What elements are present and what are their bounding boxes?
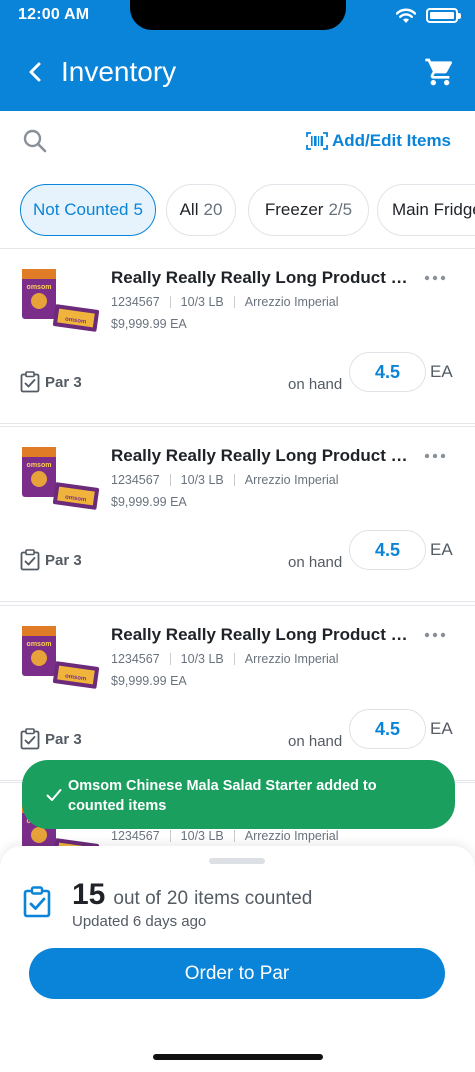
meta-divider — [169, 296, 171, 308]
product-card[interactable]: omsom omsom Really Really Really Long Pr… — [0, 426, 475, 602]
clipboard-check-icon — [20, 728, 40, 750]
product-pack-size: 10/3 LB — [180, 295, 224, 309]
last-updated: Updated 6 days ago — [72, 913, 207, 930]
filter-chip-count: 2/5 — [328, 200, 353, 219]
sheet-drag-handle[interactable] — [209, 858, 265, 864]
svg-text:omsom: omsom — [27, 641, 52, 648]
product-price: $9,999.99 EA — [111, 495, 187, 509]
counted-summary: 15 out of 20 items counted — [72, 878, 312, 912]
cart-icon[interactable] — [424, 56, 456, 88]
filter-chip-label: Freezer — [264, 200, 324, 219]
filter-chip-label: Not Counted — [33, 200, 129, 219]
product-brand: Arrezzio Imperial — [244, 652, 339, 666]
order-to-par-button[interactable]: Order to Par — [29, 948, 445, 999]
meta-divider — [233, 653, 235, 665]
product-sku: 1234567 — [111, 652, 160, 666]
status-bar: 12:00 AM — [0, 0, 475, 32]
filter-chip-not-counted[interactable]: Not Counted 5 — [20, 184, 156, 236]
app-header: 12:00 AM Inventory — [0, 0, 475, 111]
counted-out-of: out of — [113, 888, 161, 909]
quantity-input[interactable]: 4.5 — [349, 709, 426, 749]
count-summary-sheet: 15 out of 20 items counted Updated 6 day… — [0, 846, 475, 1072]
quantity-unit: EA — [430, 362, 453, 381]
more-options-icon[interactable] — [424, 275, 446, 281]
product-name: Really Really Really Long Product N... — [111, 446, 411, 465]
add-edit-items-button[interactable]: Add/Edit Items — [306, 131, 451, 151]
product-name: Really Really Really Long Product N... — [111, 268, 411, 287]
product-thumbnail: omsom omsom — [22, 447, 100, 510]
product-card[interactable]: omsom omsom Really Really Really Long Pr… — [0, 248, 475, 424]
device-notch — [130, 0, 346, 30]
add-edit-items-label: Add/Edit Items — [332, 131, 452, 150]
meta-divider — [169, 653, 171, 665]
filter-chip-count: 5 — [133, 200, 143, 219]
filter-chip-all[interactable]: All 20 — [166, 184, 236, 236]
meta-divider — [233, 474, 235, 486]
on-hand-label: on hand — [288, 376, 343, 393]
back-chevron-icon[interactable] — [26, 60, 46, 84]
product-thumbnail: omsom omsom — [22, 269, 100, 332]
more-options-icon[interactable] — [424, 453, 446, 459]
more-options-icon[interactable] — [424, 632, 446, 638]
product-pack-size: 10/3 LB — [180, 473, 224, 487]
product-sku: 1234567 — [111, 473, 160, 487]
filter-chip-label: Main Fridge — [392, 200, 475, 219]
clipboard-check-icon — [20, 371, 40, 393]
page-title: Inventory — [61, 56, 177, 87]
product-sku: 1234567 — [111, 829, 160, 843]
toast-message: Omsom Chinese Mala Salad Starter added t… — [68, 778, 377, 814]
product-sku: 1234567 — [111, 295, 160, 309]
par-label: Par 3 — [45, 551, 82, 569]
meta-divider — [169, 830, 171, 842]
product-meta: 1234567 10/3 LB Arrezzio Imperial — [111, 829, 339, 843]
quantity-unit: EA — [430, 540, 453, 559]
product-meta: 1234567 10/3 LB Arrezzio Imperial — [111, 473, 339, 487]
clipboard-check-icon — [23, 886, 51, 918]
search-icon[interactable] — [22, 128, 48, 154]
counted-total: 20 — [166, 888, 189, 909]
status-time: 12:00 AM — [18, 6, 90, 23]
filter-chip-label: All — [179, 200, 199, 219]
quantity-input[interactable]: 4.5 — [349, 530, 426, 570]
par-label: Par 3 — [45, 373, 82, 391]
battery-icon — [426, 8, 461, 23]
product-card[interactable]: omsom omsom Really Really Really Long Pr… — [0, 605, 475, 781]
quantity-unit: EA — [430, 719, 453, 738]
filter-chip-freezer[interactable]: Freezer 2/5 — [248, 184, 369, 236]
par-level: Par 3 — [19, 549, 82, 571]
on-hand-label: on hand — [288, 733, 343, 750]
on-hand-label: on hand — [288, 554, 343, 571]
product-brand: Arrezzio Imperial — [244, 473, 339, 487]
product-pack-size: 10/3 LB — [180, 652, 224, 666]
quantity-input[interactable]: 4.5 — [349, 352, 426, 392]
filter-chip-main-fridge[interactable]: Main Fridge — [377, 184, 475, 236]
product-price: $9,999.99 EA — [111, 674, 187, 688]
product-name: Really Really Really Long Product N... — [111, 625, 411, 644]
par-level: Par 3 — [19, 728, 82, 750]
meta-divider — [233, 830, 235, 842]
barcode-scan-icon — [306, 132, 328, 150]
counted-suffix: items counted — [194, 888, 313, 909]
product-meta: 1234567 10/3 LB Arrezzio Imperial — [111, 652, 339, 666]
home-indicator — [153, 1054, 323, 1060]
filter-chip-count: 20 — [203, 200, 223, 219]
clipboard-check-icon — [20, 549, 40, 571]
product-meta: 1234567 10/3 LB Arrezzio Imperial — [111, 295, 339, 309]
meta-divider — [169, 474, 171, 486]
meta-divider — [233, 296, 235, 308]
svg-text:omsom: omsom — [27, 462, 52, 469]
product-brand: Arrezzio Imperial — [244, 295, 339, 309]
par-level: Par 3 — [19, 371, 82, 393]
product-price: $9,999.99 EA — [111, 317, 187, 331]
svg-text:omsom: omsom — [27, 284, 52, 291]
par-label: Par 3 — [45, 730, 82, 748]
product-brand: Arrezzio Imperial — [244, 829, 339, 843]
wifi-icon — [396, 8, 416, 23]
product-pack-size: 10/3 LB — [180, 829, 224, 843]
check-icon — [46, 789, 62, 801]
counted-number: 15 — [72, 878, 106, 911]
filter-chips: Not Counted 5 All 20 Freezer 2/5 Main Fr… — [0, 184, 475, 238]
success-toast: Omsom Chinese Mala Salad Starter added t… — [22, 760, 455, 829]
product-thumbnail: omsom omsom — [22, 626, 100, 689]
